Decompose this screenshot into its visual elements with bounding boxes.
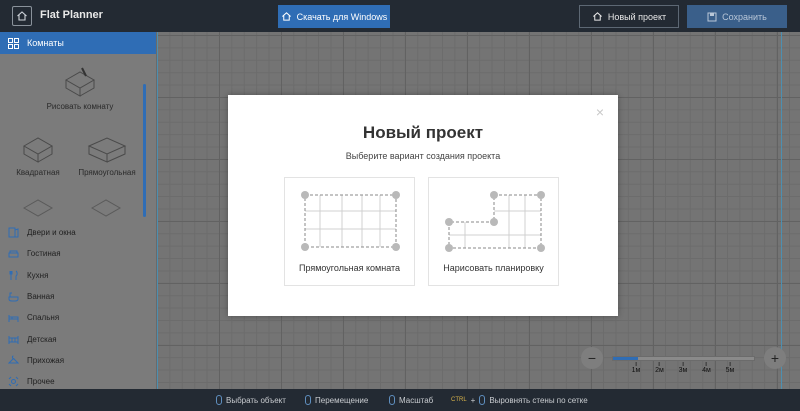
- zoom-tick-label: 2м: [655, 362, 664, 374]
- rect-room-icon: [87, 137, 127, 163]
- category-label: Прочее: [27, 377, 55, 387]
- hint-zoom-label: Масштаб: [399, 395, 434, 405]
- sidebar-tab-rooms[interactable]: Комнаты: [0, 32, 156, 54]
- draw-layout-icon: [445, 191, 545, 252]
- room-icon: [90, 199, 122, 217]
- category-bedroom[interactable]: Спальня: [0, 307, 157, 328]
- mouse-icon: [479, 395, 486, 405]
- mouse-icon: [389, 395, 395, 405]
- bed-icon: [8, 312, 19, 323]
- room-icon: [22, 199, 54, 217]
- zoom-tick-label: 5м: [726, 362, 735, 374]
- hint-align: CTRL + Выровнять стены по сетке: [451, 395, 588, 405]
- room-tile[interactable]: [86, 194, 126, 224]
- sidebar: Комнаты Рисовать комнату Квадратная Прям…: [0, 32, 157, 389]
- hint-align-label: Выровнять стены по сетке: [489, 395, 588, 405]
- home-button[interactable]: [12, 6, 32, 26]
- save-label: Сохранить: [722, 11, 767, 22]
- category-label: Ванная: [27, 292, 55, 302]
- dialog-title: Новый проект: [362, 123, 484, 142]
- zoom-tick-label: 1м: [632, 362, 641, 374]
- save-button[interactable]: Сохранить: [687, 5, 787, 28]
- category-bathroom[interactable]: Ванная: [0, 286, 157, 307]
- home-icon: [592, 12, 602, 21]
- new-project-button[interactable]: Новый проект: [579, 5, 679, 28]
- new-project-dialog: × Новый проект Выберите вариант создания…: [228, 95, 618, 316]
- zoom-slider[interactable]: [612, 356, 755, 361]
- bath-icon: [8, 291, 19, 302]
- hint-zoom: Масштаб: [389, 395, 433, 405]
- zoom-out-button[interactable]: −: [581, 347, 603, 369]
- room-tile-rect[interactable]: Прямоугольная: [76, 132, 138, 177]
- plus-sign: +: [470, 395, 476, 405]
- download-label: Скачать для Windows: [296, 11, 388, 22]
- hanger-icon: [8, 355, 19, 366]
- rectangular-room-icon: [301, 191, 400, 251]
- new-project-label: Новый проект: [607, 11, 667, 22]
- category-label: Кухня: [27, 270, 49, 280]
- sofa-icon: [8, 248, 19, 259]
- room-tile-draw[interactable]: Рисовать комнату: [40, 66, 120, 111]
- option-label: Нарисовать планировку: [443, 263, 544, 273]
- draw-room-icon: [64, 67, 96, 97]
- room-tile[interactable]: [18, 194, 58, 224]
- square-room-icon: [22, 137, 54, 163]
- rooms-icon: [8, 37, 19, 49]
- category-kitchen[interactable]: Кухня: [0, 265, 157, 286]
- category-label: Детская: [27, 334, 57, 344]
- kitchen-icon: [8, 270, 19, 281]
- hint-move: Перемещение: [305, 395, 368, 405]
- option-rectangular-room[interactable]: Прямоугольная комната: [284, 177, 415, 286]
- category-doors-windows[interactable]: Двери и окна: [0, 222, 157, 243]
- category-living-room[interactable]: Гостиная: [0, 243, 157, 264]
- zoom-scale: 1м 2м 3м 4м 5м: [612, 362, 755, 376]
- room-tile-label: Квадратная: [16, 168, 60, 177]
- other-icon: [8, 376, 19, 387]
- room-tile-label: Рисовать комнату: [46, 102, 114, 111]
- hint-select-label: Выбрать объект: [226, 395, 286, 405]
- zoom-tick-label: 4м: [702, 362, 711, 374]
- category-list: Двери и окна Гостиная Кухня Ванная Спаль…: [0, 222, 157, 392]
- ctrl-key-label: CTRL: [451, 397, 467, 403]
- category-label: Гостиная: [27, 249, 61, 259]
- save-icon: [707, 12, 717, 21]
- home-icon: [281, 12, 291, 21]
- category-label: Прихожая: [27, 355, 65, 365]
- mouse-icon: [305, 395, 311, 405]
- category-label: Спальня: [27, 313, 60, 323]
- canvas-border-right: [781, 32, 782, 389]
- app-title: Flat Planner: [40, 9, 103, 21]
- option-draw-layout[interactable]: Нарисовать планировку: [428, 177, 559, 286]
- zoom-tick-label: 3м: [679, 362, 688, 374]
- option-label: Прямоугольная комната: [298, 263, 401, 273]
- hint-move-label: Перемещение: [315, 395, 369, 405]
- category-label: Двери и окна: [27, 228, 76, 238]
- dialog-subtitle: Выберите вариант создания проекта: [345, 151, 501, 161]
- home-icon: [17, 11, 27, 21]
- rooms-grid: Рисовать комнату Квадратная Прямоугольна…: [0, 54, 156, 226]
- zoom-in-button[interactable]: +: [764, 347, 786, 369]
- mouse-icon: [216, 395, 222, 405]
- close-icon[interactable]: ×: [596, 105, 604, 119]
- sidebar-header-label: Комнаты: [27, 38, 64, 48]
- door-window-icon: [8, 227, 19, 238]
- hint-select: Выбрать объект: [216, 395, 286, 405]
- category-hallway[interactable]: Прихожая: [0, 350, 157, 371]
- top-bar: Flat Planner Скачать для Windows Новый п…: [0, 0, 800, 32]
- bottom-hint-bar: Выбрать объект Перемещение Масштаб CTRL …: [0, 389, 800, 411]
- zoom-slider-fill: [613, 357, 639, 360]
- sidebar-scrollbar[interactable]: [143, 84, 146, 217]
- room-tile-square[interactable]: Квадратная: [12, 132, 64, 177]
- download-windows-button[interactable]: Скачать для Windows: [278, 5, 390, 28]
- canvas-border-left: [157, 32, 158, 389]
- category-kids[interactable]: Детская: [0, 328, 157, 349]
- room-tile-label: Прямоугольная: [78, 168, 136, 177]
- crib-icon: [8, 334, 19, 345]
